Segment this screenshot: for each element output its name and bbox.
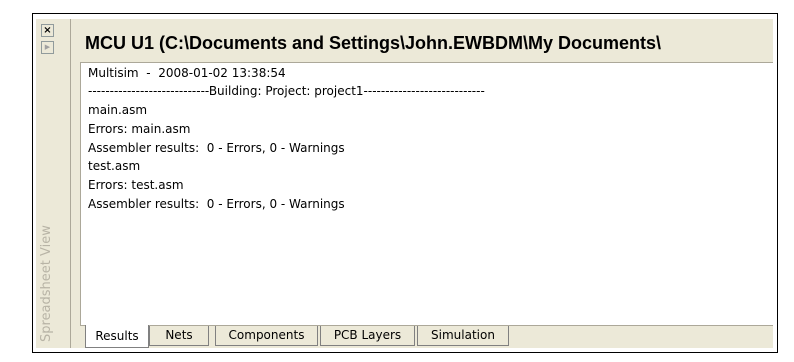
- log-line: Errors: test.asm: [88, 178, 184, 192]
- tab-nets[interactable]: Nets: [149, 326, 209, 346]
- panel-title: MCU U1 (C:\Documents and Settings\John.E…: [85, 33, 662, 53]
- log-line: ----------------------------Building: Pr…: [88, 84, 485, 98]
- tab-simulation[interactable]: Simulation: [417, 326, 509, 346]
- docked-sidebar: × ▶ Spreadsheet View: [36, 19, 71, 348]
- log-line: Errors: main.asm: [88, 122, 191, 136]
- results-panel: MCU U1 (C:\Documents and Settings\John.E…: [71, 19, 773, 348]
- tab-results[interactable]: Results: [85, 325, 149, 348]
- log-line: main.asm: [88, 103, 148, 117]
- tab-pcb-layers[interactable]: PCB Layers: [320, 326, 415, 346]
- tab-bar: Results Nets Components PCB Layers Simul…: [80, 325, 773, 349]
- log-line: Multisim - 2008-01-02 13:38:54: [88, 66, 286, 80]
- close-icon[interactable]: ×: [41, 24, 54, 37]
- log-line: Assembler results: 0 - Errors, 0 - Warni…: [88, 197, 345, 211]
- log-line: test.asm: [88, 159, 141, 173]
- spreadsheet-view-label: Spreadsheet View: [39, 225, 54, 342]
- tab-components[interactable]: Components: [215, 326, 318, 346]
- output-log[interactable]: Multisim - 2008-01-02 13:38:54 ---------…: [80, 62, 773, 326]
- log-line: Assembler results: 0 - Errors, 0 - Warni…: [88, 141, 345, 155]
- arrow-right-icon[interactable]: ▶: [41, 41, 54, 54]
